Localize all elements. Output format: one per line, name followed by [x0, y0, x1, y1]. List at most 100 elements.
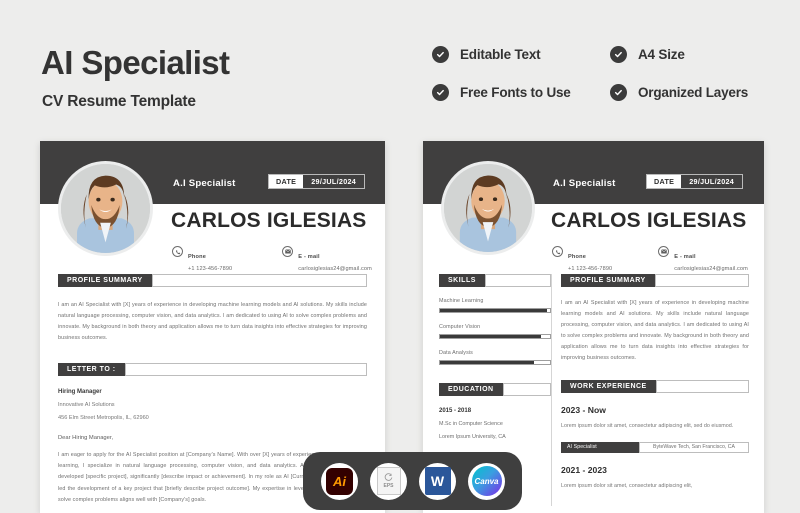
avatar	[58, 161, 153, 256]
letter-recipient: Hiring Manager	[58, 389, 102, 396]
contact-info: Phone +1 123-456-7890 E - mail carlosigl…	[552, 245, 748, 272]
section-rule	[502, 383, 551, 396]
check-circle-icon	[432, 84, 449, 101]
feature-item-free-fonts: Free Fonts to Use	[432, 84, 610, 101]
education-years: 2015 - 2018	[439, 408, 472, 414]
feature-row: Free Fonts to Use Organized Layers	[432, 84, 782, 101]
section-title: WORK EXPERIENCE	[561, 380, 656, 394]
experience-years: 2023 - Now	[561, 405, 606, 416]
contact-email-text: E - mail carlosiglesias24@gmail.com	[298, 245, 372, 272]
eps-label: EPS	[383, 483, 394, 489]
phone-icon	[172, 246, 183, 257]
experience-entry: 2023 - Now Lorem ipsum dolor sit amet, c…	[561, 405, 749, 453]
letter-address: 456 Elm Street Metropolis, IL, 62960	[58, 415, 149, 422]
skill-label: Computer Vision	[439, 324, 481, 330]
envelope-icon	[658, 246, 670, 257]
format-badge-illustrator[interactable]: Ai	[321, 462, 358, 500]
feature-item-editable-text: Editable Text	[432, 46, 610, 63]
date-badge: DATE 29/JUL/2024	[646, 174, 744, 189]
contact-email: E - mail carlosiglesias24@gmail.com	[282, 245, 372, 272]
phone-label: Phone	[188, 254, 207, 260]
skill-label: Data Analysis	[439, 350, 473, 356]
profile-summary-text: I am an AI Specialist with [X] years of …	[58, 302, 367, 342]
email-value: carlosiglesias24@gmail.com	[674, 266, 748, 272]
skill-item: Data Analysis	[439, 350, 551, 365]
eps-file-icon: EPS	[376, 467, 401, 495]
skill-bar-fill	[440, 309, 547, 312]
experience-role: AI Specialist	[561, 441, 639, 453]
phone-icon	[552, 246, 563, 257]
section-header-letter-to: LETTER TO :	[58, 363, 367, 377]
page-subtitle: CV Resume Template	[42, 93, 196, 110]
section-rule	[484, 274, 551, 287]
education-entry: 2015 - 2018 M.Sc in Computer Science Lor…	[439, 408, 551, 440]
candidate-name: CARLOS IGLESIAS	[171, 209, 367, 232]
skill-bar-track	[439, 360, 551, 365]
contact-phone-text: Phone +1 123-456-7890	[568, 245, 612, 272]
feature-label: Organized Layers	[638, 85, 749, 100]
letter-company: Innovative AI Solutions	[58, 402, 115, 409]
skill-bar-track	[439, 308, 551, 313]
feature-label: Free Fonts to Use	[460, 85, 571, 100]
format-badge-canva[interactable]: Canva	[468, 462, 505, 500]
check-circle-icon	[432, 46, 449, 63]
phone-value: +1 123-456-7890	[188, 266, 233, 272]
experience-company: ByteWave Tech, San Francisco, CA	[639, 441, 749, 453]
candidate-name: CARLOS IGLESIAS	[551, 209, 747, 232]
feature-label: A4 Size	[638, 47, 685, 62]
section-header-profile-summary: PROFILE SUMMARY	[561, 274, 749, 287]
experience-entry: 2021 - 2023 Lorem ipsum dolor sit amet, …	[561, 465, 749, 492]
date-label: DATE	[647, 175, 682, 188]
experience-role-bar: AI Specialist ByteWave Tech, San Francis…	[561, 441, 749, 453]
section-header-skills: SKILLS	[439, 274, 551, 287]
skill-bar-fill	[440, 335, 542, 338]
section-title: EDUCATION	[439, 383, 503, 396]
contact-info: Phone +1 123-456-7890 E - mail carlosigl…	[172, 245, 372, 272]
education-school: Lorem Ipsum University, CA	[439, 434, 506, 440]
check-circle-icon	[610, 46, 627, 63]
skill-bar-fill	[440, 361, 534, 364]
format-badge-eps[interactable]: EPS	[370, 462, 407, 500]
section-title: PROFILE SUMMARY	[561, 274, 655, 287]
avatar-photo	[444, 164, 532, 252]
date-label: DATE	[269, 175, 304, 188]
section-rule	[151, 274, 367, 287]
page-title: AI Specialist	[41, 44, 230, 81]
section-title: LETTER TO :	[58, 363, 125, 377]
section-header-work-experience: WORK EXPERIENCE	[561, 380, 749, 394]
contact-phone-text: Phone +1 123-456-7890	[188, 245, 232, 272]
section-rule	[655, 380, 749, 394]
illustrator-icon: Ai	[326, 467, 353, 495]
contact-email: E - mail carlosiglesias24@gmail.com	[658, 245, 748, 272]
skill-label: Machine Learning	[439, 298, 484, 304]
profile-summary-text: I am an AI Specialist with [X] years of …	[561, 300, 749, 362]
feature-label: Editable Text	[460, 47, 541, 62]
avatar	[441, 161, 535, 255]
contact-email-text: E - mail carlosiglesias24@gmail.com	[674, 245, 748, 272]
experience-description: Lorem ipsum dolor sit amet, consectetur …	[561, 482, 693, 489]
section-rule	[124, 363, 367, 377]
file-format-badges: Ai EPS W Canva	[303, 452, 522, 510]
section-header-education: EDUCATION	[439, 383, 551, 396]
date-value: 29/JUL/2024	[681, 175, 743, 188]
skill-item: Machine Learning	[439, 298, 551, 313]
date-badge: DATE 29/JUL/2024	[268, 174, 366, 189]
email-label: E - mail	[298, 254, 320, 260]
skill-bar-track	[439, 334, 551, 339]
canva-icon: Canva	[471, 466, 502, 496]
skill-item: Computer Vision	[439, 324, 551, 339]
feature-list: Editable Text A4 Size Free Fonts to Use …	[432, 46, 782, 122]
experience-description: Lorem ipsum dolor sit amet, consectetur …	[561, 423, 734, 430]
header-role-text: A.I Specialist	[173, 178, 236, 189]
feature-item-organized-layers: Organized Layers	[610, 84, 748, 101]
section-rule	[654, 274, 749, 287]
feature-item-a4-size: A4 Size	[610, 46, 685, 63]
email-value: carlosiglesias24@gmail.com	[298, 266, 372, 272]
contact-phone: Phone +1 123-456-7890	[552, 245, 612, 272]
education-degree: M.Sc in Computer Science	[439, 421, 503, 427]
format-badge-word[interactable]: W	[419, 462, 456, 500]
feature-row: Editable Text A4 Size	[432, 46, 782, 63]
section-title: SKILLS	[439, 274, 485, 287]
section-header-profile-summary: PROFILE SUMMARY	[58, 274, 367, 287]
phone-label: Phone	[568, 254, 587, 260]
